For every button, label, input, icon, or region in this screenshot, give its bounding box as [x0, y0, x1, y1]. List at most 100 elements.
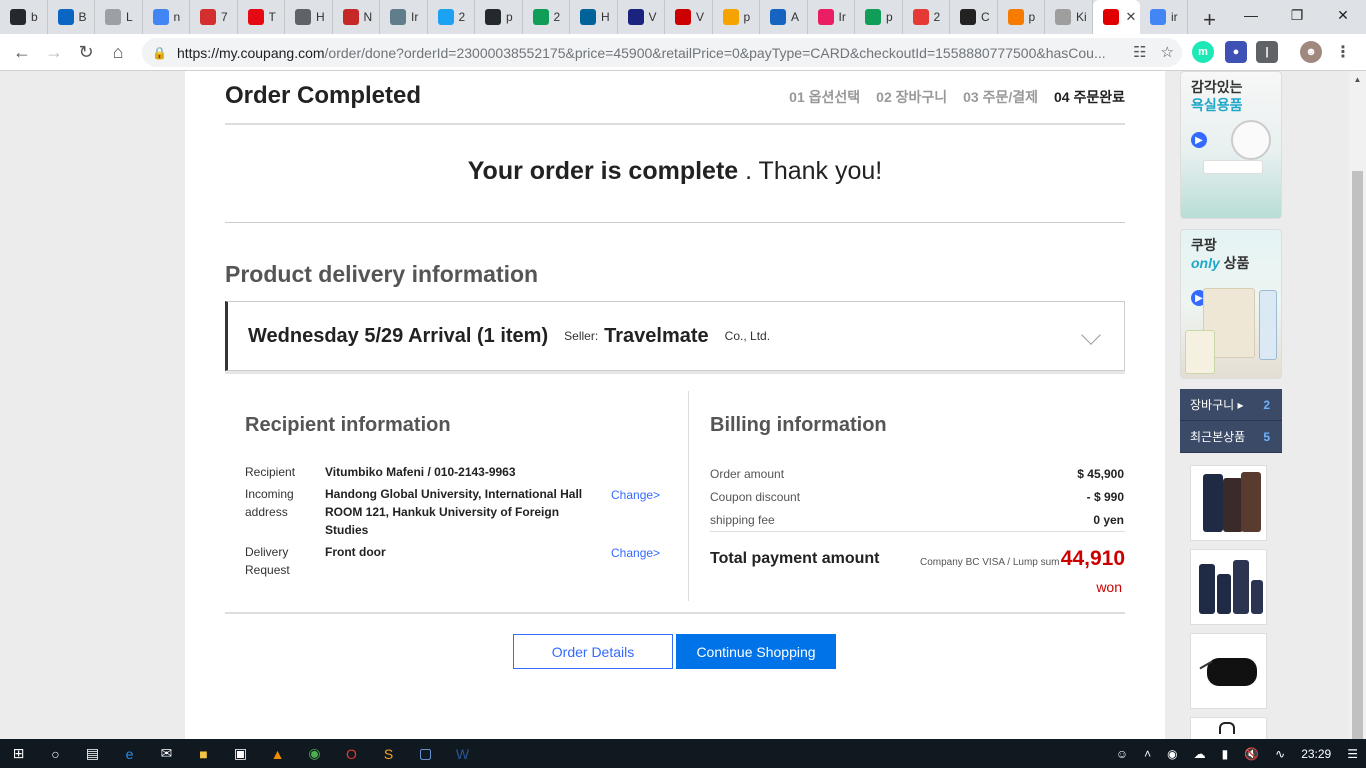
vlc-icon[interactable]: ▲ — [259, 739, 296, 768]
side-recent[interactable]: 최근본상품 5 — [1180, 421, 1282, 453]
tab-close-icon[interactable]: ✕ — [1126, 9, 1137, 25]
recipient-value: Vitumbiko Mafeni / 010-2143-9963 — [325, 465, 516, 479]
back-icon[interactable]: ← — [6, 36, 38, 68]
bathroom-banner[interactable]: 감각있는 욕실용품 ▶ — [1180, 71, 1282, 219]
browser-tab[interactable]: p — [998, 0, 1045, 34]
browser-tab[interactable]: B — [48, 0, 95, 34]
browser-tab[interactable]: H — [285, 0, 333, 34]
b-app-icon — [57, 9, 74, 25]
address-label: Incoming address — [245, 487, 294, 519]
sublime-icon[interactable]: S — [370, 739, 407, 768]
people-icon[interactable]: ☺ — [1108, 747, 1136, 761]
home-icon[interactable]: ⌂ — [102, 36, 134, 68]
windows-start-icon[interactable]: ⊞ — [0, 739, 37, 768]
edge-icon[interactable]: e — [111, 739, 148, 768]
extension-box-icon[interactable]: | — [1256, 41, 1278, 63]
recent-product-thumb[interactable] — [1190, 717, 1267, 739]
arrival-text: Wednesday 5/29 Arrival (1 item) — [248, 324, 549, 347]
delivery-summary[interactable]: Wednesday 5/29 Arrival (1 item) Seller: … — [225, 301, 1125, 371]
url-text[interactable]: https://my.coupang.com/order/done?orderI… — [177, 45, 1107, 61]
search-icon[interactable]: ○ — [37, 739, 74, 768]
browser-tab[interactable]: A — [760, 0, 808, 34]
order-details-button[interactable]: Order Details — [513, 634, 673, 669]
close-window-icon[interactable]: ✕ — [1320, 0, 1366, 30]
browser-tab[interactable]: p — [713, 0, 760, 34]
coupang-only-banner[interactable]: 쿠팡 only 상품 ▶ — [1180, 229, 1282, 379]
browser-tab[interactable]: p — [475, 0, 523, 34]
banner1-arrow-icon[interactable]: ▶ — [1191, 132, 1207, 148]
omnibox-actions: ☷ ☆ — [1133, 43, 1174, 61]
chevron-down-icon[interactable] — [1081, 325, 1101, 345]
word-icon[interactable]: W — [444, 739, 481, 768]
new-tab-button[interactable]: + — [1196, 6, 1224, 34]
mail-icon[interactable]: ✉ — [148, 739, 185, 768]
extension-m-icon[interactable]: m — [1192, 41, 1214, 63]
forward-icon[interactable]: → — [38, 36, 70, 68]
browser-tab[interactable]: ✕ — [1092, 0, 1140, 34]
lock-icon[interactable]: 🔒 — [152, 46, 167, 60]
browser-tab[interactable]: V — [665, 0, 713, 34]
recent-product-thumb[interactable] — [1190, 549, 1267, 625]
browser-tab[interactable]: p — [855, 0, 903, 34]
volume-mute-icon[interactable]: 🔇 — [1236, 747, 1267, 761]
browser-tab[interactable]: N — [333, 0, 380, 34]
total-unit: won — [1096, 579, 1122, 595]
browser-tab[interactable]: C — [950, 0, 998, 34]
extension-globe-icon[interactable]: ● — [1225, 41, 1247, 63]
coupon-value: - $ 990 — [1086, 490, 1124, 504]
browser-tab[interactable]: b — [0, 0, 48, 34]
bookmark-star-icon[interactable]: ☆ — [1161, 43, 1174, 61]
total-amount: 44,910 — [1060, 547, 1125, 570]
app-window-icon[interactable]: ▢ — [407, 739, 444, 768]
address-bar[interactable]: 🔒 https://my.coupang.com/order/done?orde… — [142, 38, 1182, 67]
step-cart: 02 장바구니 — [876, 89, 948, 105]
github-icon — [10, 9, 26, 25]
browser-tab[interactable]: n — [143, 0, 190, 34]
tray-chevron-icon[interactable]: ˄ — [1136, 747, 1159, 761]
browser-tab[interactable]: 2 — [428, 0, 475, 34]
step-option: 01 옵션선택 — [789, 89, 861, 105]
scroll-up-icon[interactable]: ▲ — [1349, 71, 1366, 88]
change-address-link[interactable]: Change> — [611, 488, 660, 502]
browser-tab[interactable]: 2 — [523, 0, 570, 34]
onedrive-icon[interactable]: ☁ — [1186, 747, 1214, 761]
side-cart[interactable]: 장바구니 ▸ 2 — [1180, 389, 1282, 421]
browser-tab[interactable]: T — [238, 0, 285, 34]
task-view-icon[interactable]: ▤ — [74, 739, 111, 768]
browser-tab[interactable]: Ir — [380, 0, 428, 34]
file-explorer-icon[interactable]: ■ — [185, 739, 222, 768]
browser-tab[interactable]: V — [618, 0, 665, 34]
recent-product-thumb[interactable] — [1190, 465, 1267, 541]
notifications-icon[interactable]: ☰ — [1339, 747, 1366, 761]
browser-tab[interactable]: 7 — [190, 0, 238, 34]
chrome-icon[interactable]: ◉ — [296, 739, 333, 768]
translate-icon[interactable]: ☷ — [1133, 43, 1146, 61]
restore-icon[interactable]: ❐ — [1274, 0, 1320, 30]
continue-shopping-button[interactable]: Continue Shopping — [676, 634, 836, 669]
browser-tab[interactable]: Ir — [808, 0, 855, 34]
url-host: https://my.coupang.com — [176, 44, 325, 61]
profile-avatar[interactable]: ☻ — [1300, 41, 1322, 63]
wifi-icon[interactable]: ∿ — [1267, 747, 1293, 761]
opera-icon[interactable]: O — [333, 739, 370, 768]
browser-tab[interactable]: 2 — [903, 0, 950, 34]
change-request-link[interactable]: Change> — [611, 546, 660, 560]
request-label: Delivery Request — [245, 545, 290, 577]
recent-product-thumb[interactable] — [1190, 633, 1267, 709]
browser-tab[interactable]: Ki — [1045, 0, 1093, 34]
minimize-icon[interactable]: — — [1228, 0, 1274, 30]
battery-icon[interactable]: ▮ — [1214, 747, 1237, 761]
browser-tab[interactable]: H — [570, 0, 618, 34]
snack-box-shape — [1185, 330, 1215, 374]
menu-dots-icon[interactable]: ⋮ — [1332, 41, 1354, 63]
pma-icon — [722, 9, 739, 25]
browser-tab[interactable]: ir — [1140, 0, 1188, 34]
store-icon[interactable]: ▣ — [222, 739, 259, 768]
app-tray-icon[interactable]: ◉ — [1159, 747, 1185, 761]
page-scrollbar[interactable]: ▲ — [1349, 71, 1366, 739]
browser-tab[interactable]: L — [95, 0, 143, 34]
step-complete: 04 주문완료 — [1054, 89, 1125, 105]
scrollbar-thumb[interactable] — [1352, 171, 1363, 739]
reload-icon[interactable]: ↻ — [70, 36, 102, 68]
clock[interactable]: 23:29 — [1293, 747, 1339, 761]
